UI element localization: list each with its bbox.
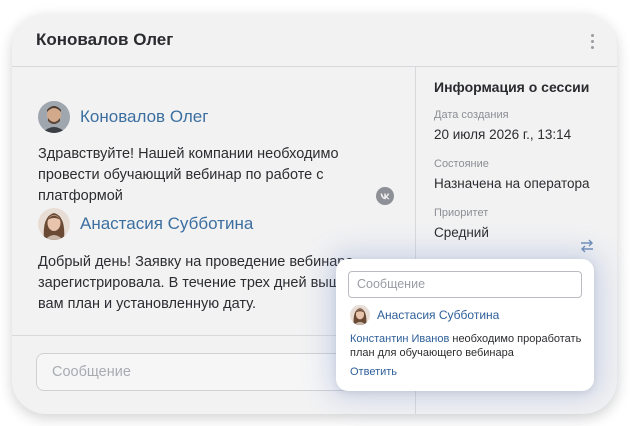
popup-author: Анастасия Субботина xyxy=(350,305,499,325)
message-text: Добрый день! Заявку на проведение вебина… xyxy=(38,254,360,312)
popup-message-input[interactable]: Сообщение xyxy=(348,271,582,298)
popup-message-text: Константин Иванов необходимо проработать… xyxy=(350,332,588,360)
chat-title: Коновалов Олег xyxy=(36,30,174,49)
priority-label: Приоритет xyxy=(434,207,489,219)
created-label: Дата создания xyxy=(434,109,509,121)
message-author-name[interactable]: Коновалов Олег xyxy=(80,107,208,127)
popup-author-name[interactable]: Анастасия Субботина xyxy=(377,308,499,322)
message-author: Анастасия Субботина xyxy=(38,208,253,240)
message-text: Здравствуйте! Нашей компании необходимо … xyxy=(38,146,339,204)
avatar[interactable] xyxy=(38,101,70,133)
state-label: Состояние xyxy=(434,158,489,170)
priority-value: Средний xyxy=(434,225,489,240)
state-value: Назначена на оператора xyxy=(434,176,590,191)
chat-header: Коновалов Олег xyxy=(12,14,617,67)
reply-popup: Сообщение Анастасия Субботина Константин… xyxy=(336,259,594,391)
message-author-name[interactable]: Анастасия Субботина xyxy=(80,214,253,234)
swap-arrows-icon[interactable] xyxy=(579,239,595,253)
session-info-title: Информация о сессии xyxy=(434,79,590,95)
avatar[interactable] xyxy=(38,208,70,240)
message-author: Коновалов Олег xyxy=(38,101,208,133)
mention-link[interactable]: Константин Иванов xyxy=(350,333,449,345)
created-value: 20 июля 2026 г., 13:14 xyxy=(434,127,572,142)
reply-link[interactable]: Ответить xyxy=(350,366,397,378)
avatar[interactable] xyxy=(350,305,370,325)
kebab-menu-icon[interactable] xyxy=(591,34,595,54)
vk-icon xyxy=(376,187,394,205)
